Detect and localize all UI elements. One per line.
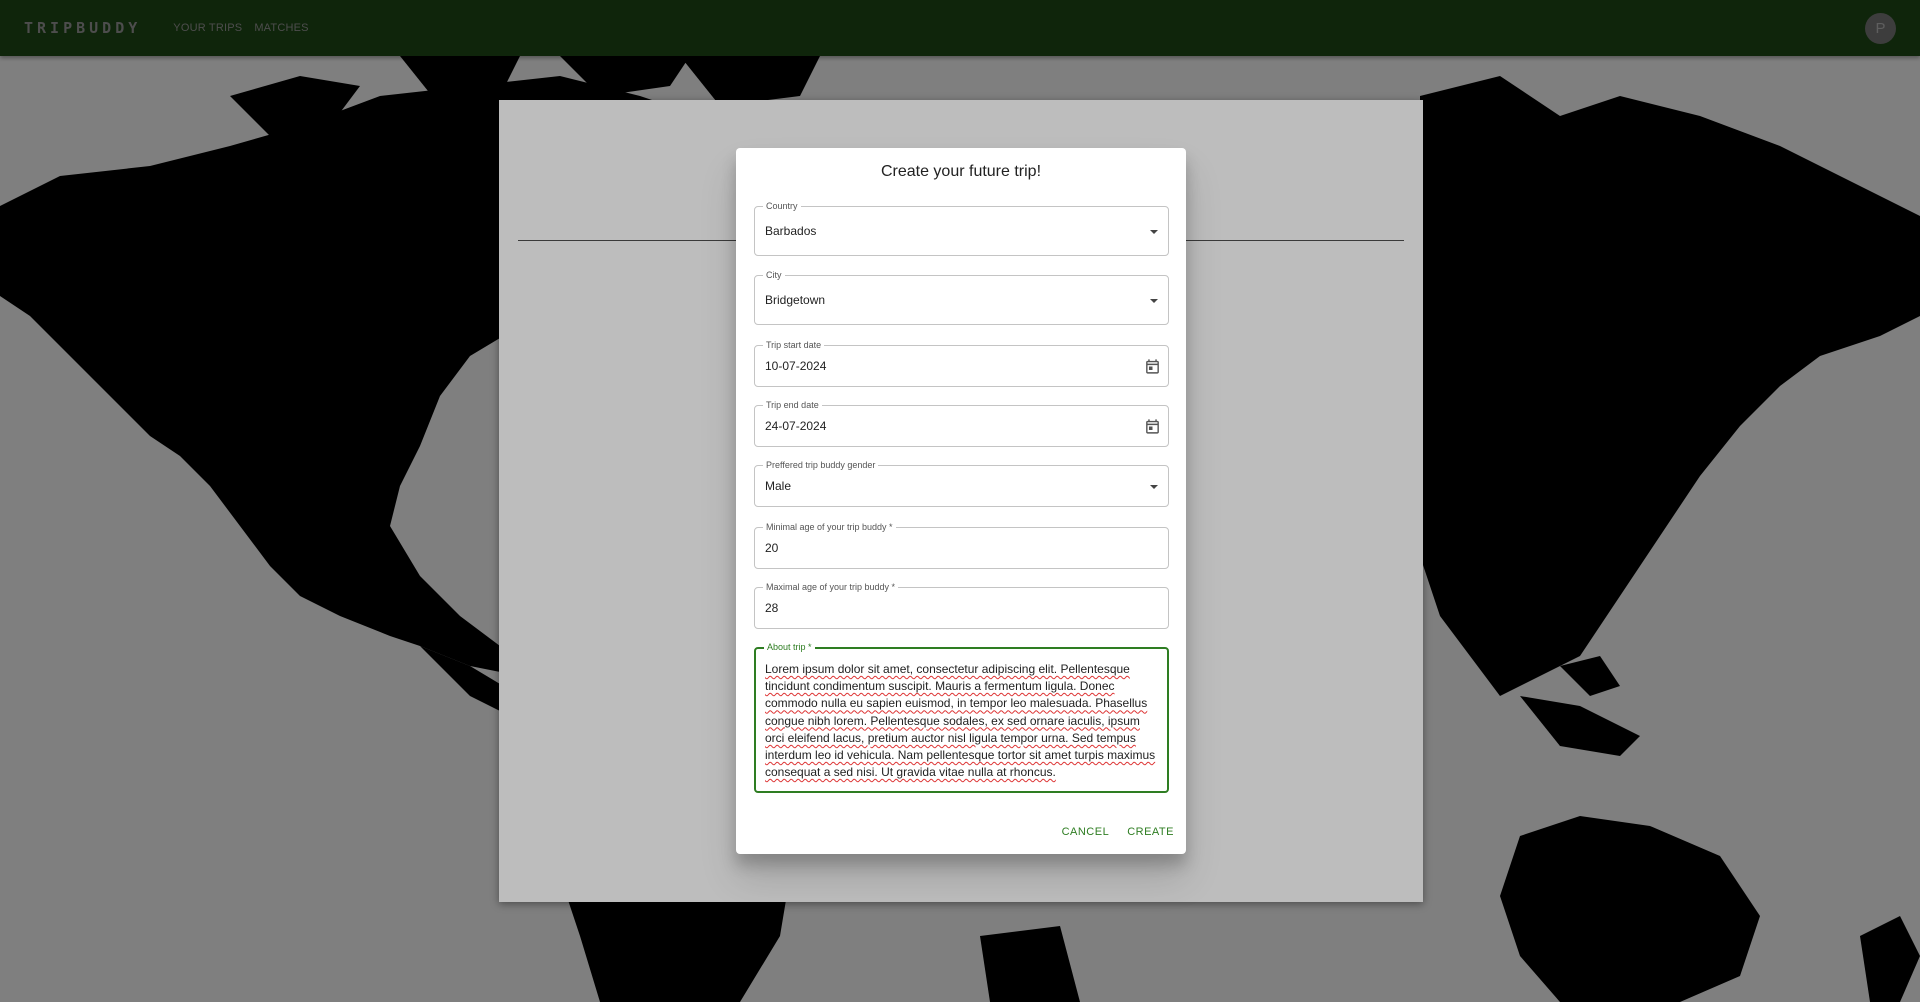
chevron-down-icon bbox=[1150, 299, 1158, 303]
chevron-down-icon bbox=[1150, 485, 1158, 489]
about-trip-label: About trip * bbox=[764, 641, 815, 653]
cancel-button[interactable]: CANCEL bbox=[1060, 822, 1112, 842]
max-age-value: 28 bbox=[765, 601, 779, 615]
country-select[interactable]: Country Barbados bbox=[754, 200, 1169, 256]
country-value: Barbados bbox=[765, 224, 817, 238]
chevron-down-icon bbox=[1150, 230, 1158, 234]
max-age-label: Maximal age of your trip buddy * bbox=[763, 581, 899, 593]
max-age-input[interactable]: Maximal age of your trip buddy * 28 bbox=[754, 581, 1169, 629]
start-date-field[interactable]: Trip start date 10-07-2024 bbox=[754, 339, 1169, 387]
calendar-icon[interactable] bbox=[1144, 418, 1161, 435]
start-date-label: Trip start date bbox=[763, 339, 825, 351]
start-date-value: 10-07-2024 bbox=[765, 359, 827, 373]
end-date-label: Trip end date bbox=[763, 399, 822, 411]
city-select[interactable]: City Bridgetown bbox=[754, 269, 1169, 325]
create-trip-dialog: Create your future trip! Country Barbado… bbox=[736, 148, 1186, 854]
dialog-title: Create your future trip! bbox=[880, 163, 1042, 180]
min-age-input[interactable]: Minimal age of your trip buddy * 20 bbox=[754, 521, 1169, 569]
calendar-icon[interactable] bbox=[1144, 358, 1161, 375]
country-label: Country bbox=[763, 200, 801, 212]
gender-label: Preffered trip buddy gender bbox=[763, 459, 879, 471]
about-trip-text: Lorem ipsum dolor sit amet, consectetur … bbox=[765, 662, 1156, 780]
city-value: Bridgetown bbox=[765, 293, 826, 307]
city-label: City bbox=[763, 269, 785, 281]
end-date-value: 24-07-2024 bbox=[765, 419, 827, 433]
min-age-label: Minimal age of your trip buddy * bbox=[763, 521, 896, 533]
gender-select[interactable]: Preffered trip buddy gender Male bbox=[754, 459, 1169, 507]
gender-value: Male bbox=[765, 479, 792, 493]
end-date-field[interactable]: Trip end date 24-07-2024 bbox=[754, 399, 1169, 447]
dialog-actions: CANCEL CREATE bbox=[1060, 822, 1176, 842]
min-age-value: 20 bbox=[765, 541, 779, 555]
about-trip-textarea[interactable]: About trip * Lorem ipsum dolor sit amet,… bbox=[754, 641, 1169, 793]
create-button[interactable]: CREATE bbox=[1125, 822, 1176, 842]
